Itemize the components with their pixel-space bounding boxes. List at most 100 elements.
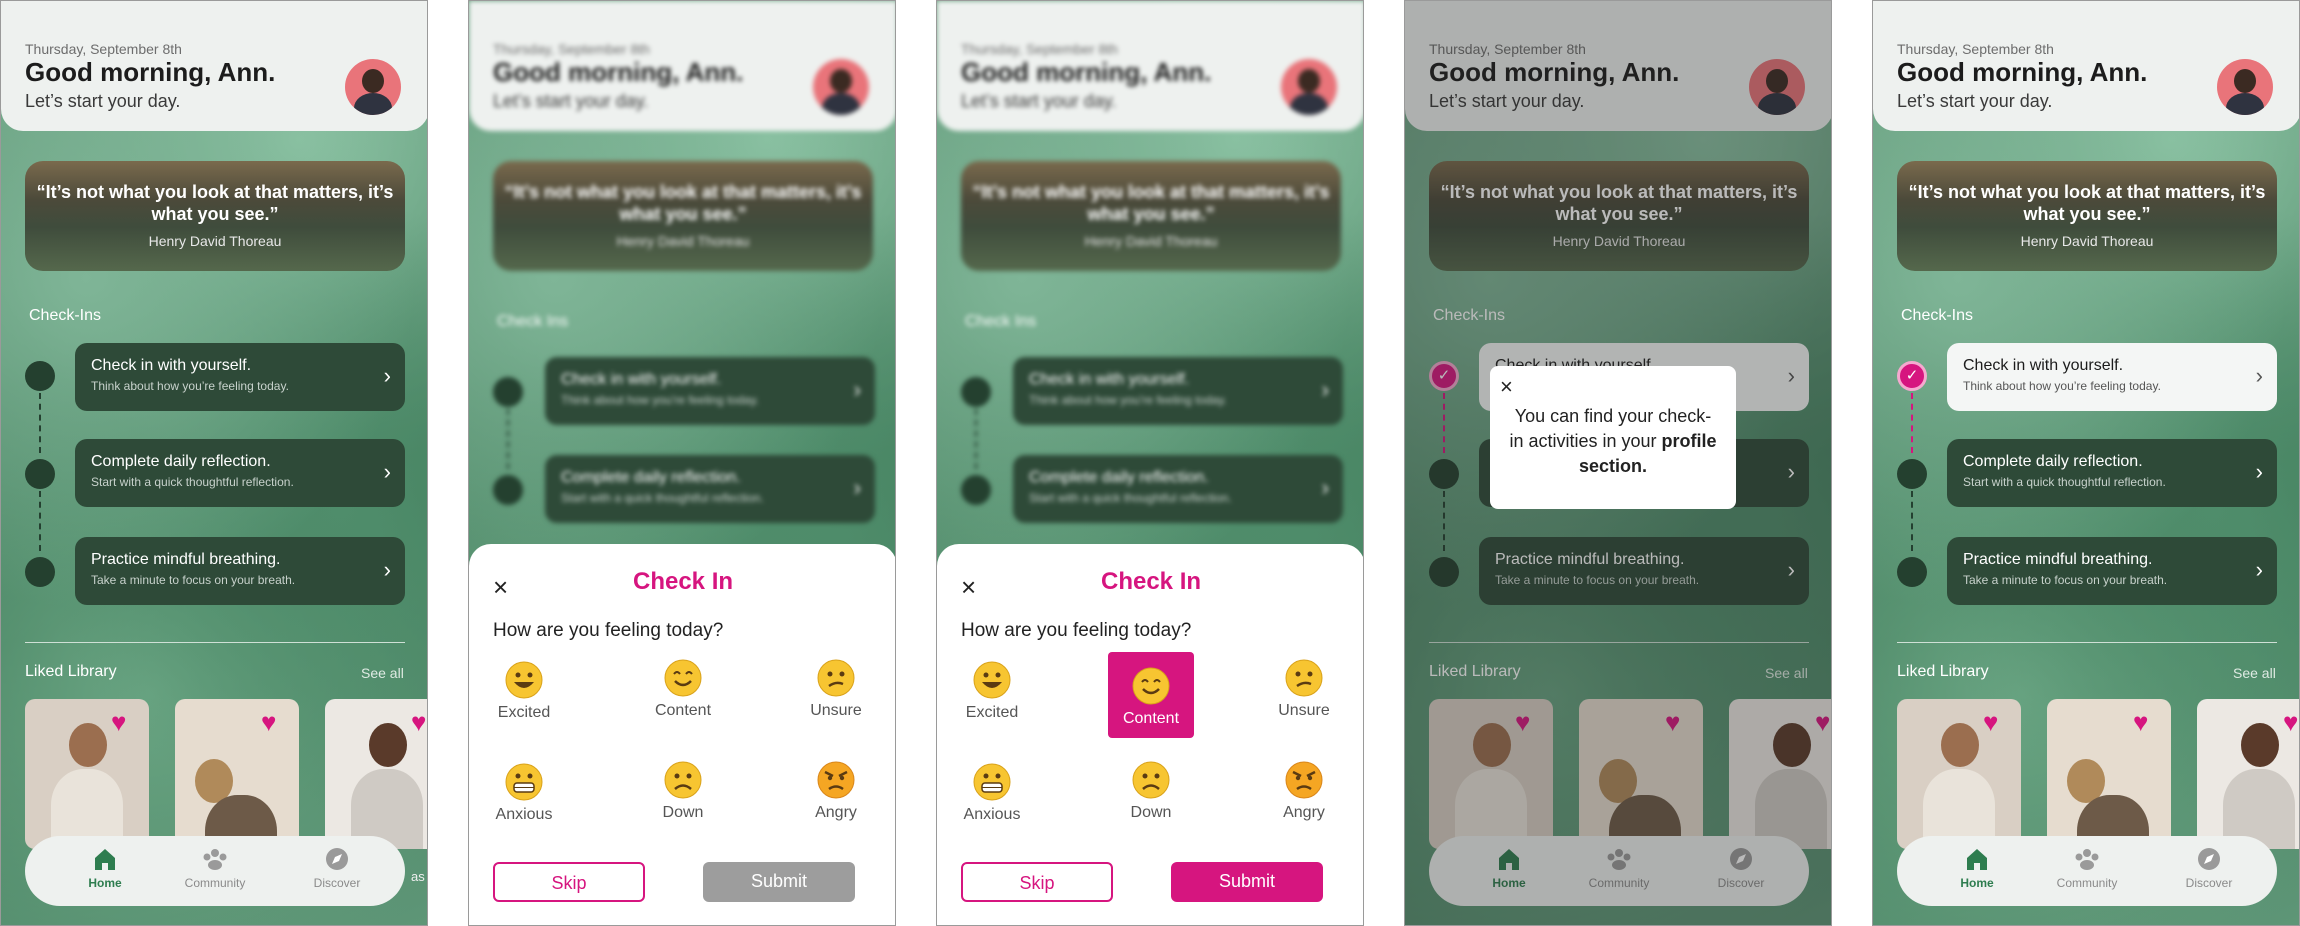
mood-excited[interactable]: Excited	[949, 646, 1035, 732]
screen-home-checked: Thursday, September 8th Good morning, An…	[1872, 0, 2300, 926]
sheet-title: Check In	[1100, 568, 1202, 595]
nav-label: Home	[1960, 876, 1994, 890]
close-icon[interactable]: ×	[1500, 374, 1513, 400]
task-title: Complete daily reflection.	[91, 453, 271, 470]
timeline-connector	[507, 409, 509, 469]
avatar	[1281, 59, 1337, 115]
nav-discover[interactable]: Discover	[2159, 846, 2259, 890]
mood-content-selected[interactable]: Content	[1108, 652, 1194, 738]
nav-discover[interactable]: Discover	[287, 846, 387, 890]
mood-content[interactable]: Content	[640, 644, 726, 730]
checkin-node-3	[1897, 557, 1927, 587]
library-card-1[interactable]: ♥	[25, 699, 149, 849]
nav-label: Discover	[2185, 876, 2233, 890]
task-check-in[interactable]: Check in with yourself. Think about how …	[1947, 343, 2277, 411]
task-mindful-breathing[interactable]: Practice mindful breathing. Take a minut…	[75, 537, 405, 605]
task-subtitle: Think about how you’re feeling today.	[561, 393, 759, 407]
library-card-1[interactable]: ♥	[1897, 699, 2021, 849]
greeting: Good morning, Ann.	[493, 57, 744, 87]
home-icon	[95, 849, 115, 870]
mood-unsure[interactable]: Unsure	[793, 644, 879, 730]
mood-down[interactable]: Down	[1108, 746, 1194, 832]
chevron-right-icon: ›	[383, 459, 391, 484]
mood-down[interactable]: Down	[640, 746, 726, 832]
task-title: Complete daily reflection.	[1029, 469, 1209, 486]
divider	[1897, 642, 2277, 643]
mood-angry[interactable]: Angry	[793, 746, 879, 832]
task-check-in: Check in with yourself. Think about how …	[545, 357, 875, 425]
task-subtitle: Start with a quick thoughtful reflection…	[91, 475, 294, 489]
screen-checkin-empty: Thursday, September 8th Good morning, An…	[468, 0, 896, 926]
date-label: Thursday, September 8th	[1897, 41, 2054, 57]
mood-angry[interactable]: Angry	[1261, 746, 1347, 832]
library-card-2[interactable]: ♥	[2047, 699, 2171, 849]
tooltip-popup: × You can find your check-in activities …	[1490, 366, 1736, 509]
mood-label: Angry	[815, 804, 857, 821]
library-card-3[interactable]: ♥	[325, 699, 427, 849]
library-card-3[interactable]: ♥	[2197, 699, 2299, 849]
task-title: Check in with yourself.	[561, 371, 722, 388]
date-label: Thursday, September 8th	[25, 41, 182, 57]
mood-unsure[interactable]: Unsure	[1261, 644, 1347, 730]
nav-label: Community	[2056, 876, 2118, 890]
submit-button[interactable]: Submit	[1171, 862, 1323, 902]
timeline-connector	[1911, 491, 1913, 551]
header: Thursday, September 8th Good morning, An…	[469, 1, 895, 131]
quote-card: “It’s not what you look at that matters,…	[25, 161, 405, 271]
see-all-link[interactable]: See all	[361, 665, 404, 681]
nav-home[interactable]: Home	[1927, 846, 2027, 890]
submit-button-disabled[interactable]: Submit	[703, 862, 855, 902]
checkin-sheet: × Check In How are you feeling today? Ex…	[937, 544, 1363, 925]
see-all-link[interactable]: See all	[2233, 665, 2276, 681]
nav-community[interactable]: Community	[165, 846, 265, 890]
task-mindful-breathing[interactable]: Practice mindful breathing. Take a minut…	[1947, 537, 2277, 605]
greeting-subtitle: Let’s start your day.	[961, 91, 1117, 111]
liked-library-heading: Liked Library	[1897, 663, 1989, 680]
frowning-face-icon	[664, 761, 702, 799]
heart-icon[interactable]: ♥	[2133, 709, 2148, 735]
header: Thursday, September 8th Good morning, An…	[1873, 1, 2299, 131]
quote-author: Henry David Thoreau	[616, 233, 750, 249]
community-icon	[2075, 849, 2099, 870]
heart-icon[interactable]: ♥	[261, 709, 276, 735]
chevron-right-icon: ›	[383, 363, 391, 388]
quote-text: “It’s not what you look at that matters,…	[972, 182, 1330, 224]
mood-anxious[interactable]: Anxious	[949, 748, 1035, 834]
frowning-face-icon	[1132, 761, 1170, 799]
compass-icon	[326, 848, 348, 870]
task-check-in[interactable]: Check in with yourself. Think about how …	[75, 343, 405, 411]
nav-label: Community	[184, 876, 246, 890]
nav-community[interactable]: Community	[2037, 846, 2137, 890]
timeline-connector	[975, 409, 977, 469]
heart-icon[interactable]: ♥	[1983, 709, 1998, 735]
heart-icon[interactable]: ♥	[111, 709, 126, 735]
task-daily-reflection[interactable]: Complete daily reflection. Start with a …	[75, 439, 405, 507]
skip-button[interactable]: Skip	[961, 862, 1113, 902]
task-daily-reflection[interactable]: Complete daily reflection. Start with a …	[1947, 439, 2277, 507]
quote-card: “It’s not what you look at that matters,…	[961, 161, 1341, 271]
nav-home[interactable]: Home	[55, 846, 155, 890]
quote-text: “It’s not what you look at that matters,…	[504, 182, 862, 224]
task-daily-reflection: Complete daily reflection. Start with a …	[545, 455, 875, 523]
mood-excited[interactable]: Excited	[481, 646, 567, 732]
checkin-node-1-checked	[1897, 361, 1927, 391]
skip-button[interactable]: Skip	[493, 862, 645, 902]
quote-card: “It’s not what you look at that matters,…	[493, 161, 873, 271]
heart-icon[interactable]: ♥	[411, 709, 426, 735]
divider	[25, 642, 405, 643]
mood-label: Angry	[1283, 804, 1325, 821]
timeline-connector	[1911, 393, 1913, 453]
avatar[interactable]	[2217, 59, 2273, 115]
avatar[interactable]	[345, 59, 401, 115]
timeline-connector	[39, 491, 41, 551]
task-title: Practice mindful breathing.	[91, 551, 281, 568]
checkin-node-1	[25, 361, 55, 391]
checkin-node-2	[493, 475, 523, 505]
library-card-2[interactable]: ♥	[175, 699, 299, 849]
heart-icon[interactable]: ♥	[2283, 709, 2298, 735]
mood-anxious[interactable]: Anxious	[481, 748, 567, 834]
quote-author: Henry David Thoreau	[1084, 233, 1218, 249]
chevron-right-icon: ›	[1321, 377, 1329, 402]
chevron-right-icon: ›	[853, 377, 861, 402]
task-title: Complete daily reflection.	[561, 469, 741, 486]
